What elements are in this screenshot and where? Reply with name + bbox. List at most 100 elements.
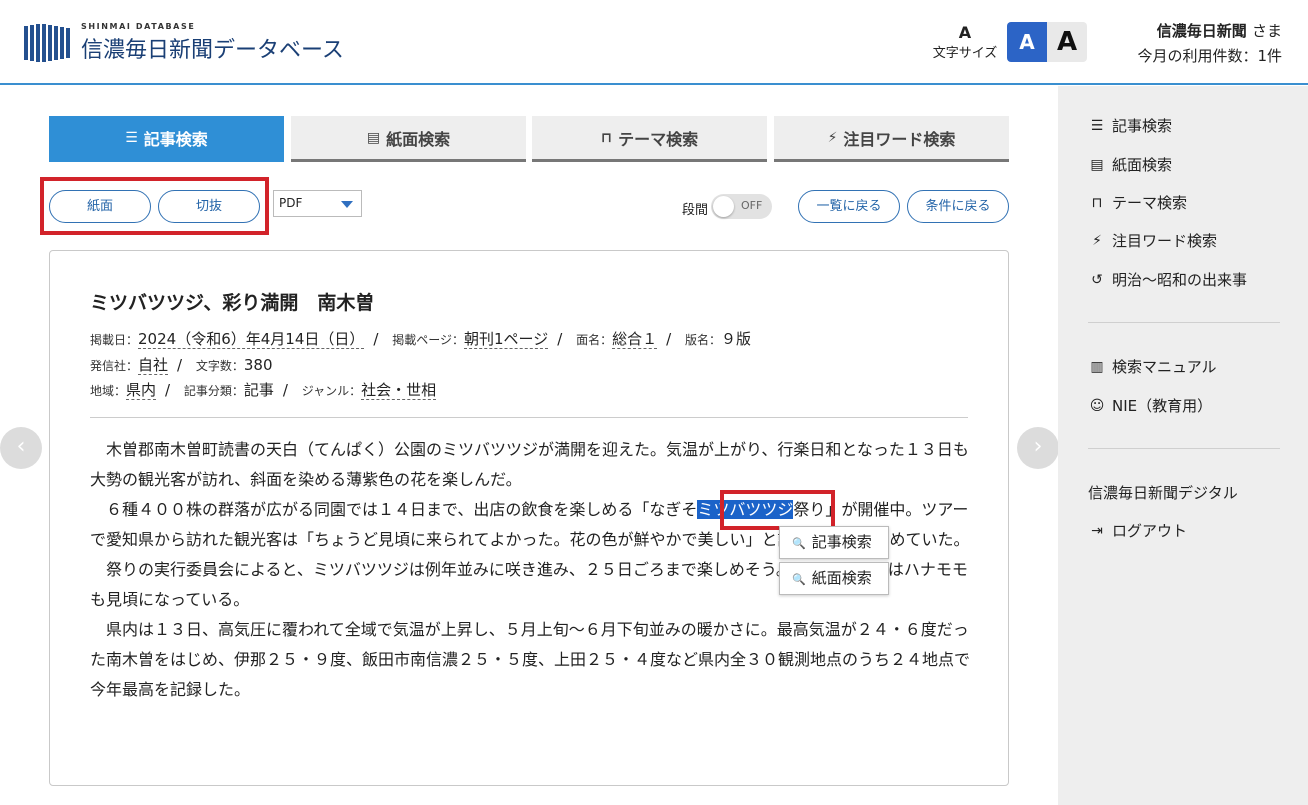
danma-toggle[interactable]: OFF [711,194,772,219]
tab-label: 紙面検索 [386,129,451,149]
meta-row-3: 地域：県内 / 記事分類：記事 / ジャンル：社会・世相 [90,381,437,400]
meta-date[interactable]: 2024（令和6）年4月14日（日） [138,330,365,349]
sidebar-item-label: 注目ワード検索 [1112,232,1218,250]
meta-key: 版名： [684,333,721,347]
back-to-conditions-button[interactable]: 条件に戻る [907,190,1009,223]
text-span: ６種４００株の群落が広がる同園では１４日まで、出店の飲食を楽しめる「なぎそ [90,500,698,519]
sidebar-item-logout[interactable]: ⇥ ログアウト [1088,520,1187,541]
sidebar-item-history[interactable]: ↺ 明治〜昭和の出来事 [1088,269,1247,290]
sidebar-item-nie[interactable]: ☺ NIE（教育用） [1088,395,1212,416]
logo-subtitle: SHINMAI DATABASE [81,22,196,31]
sidebar-item-label: 記事検索 [1112,117,1173,135]
next-article-button[interactable]: › [1017,427,1059,469]
danma-label: 段間 [682,203,709,218]
logo-mark-icon [24,22,74,62]
font-size-icon: A [958,23,972,42]
user-name-text: 信濃毎日新聞 [1156,22,1247,40]
prev-article-button[interactable]: ‹ [0,427,42,469]
bolt-icon: ⚡ [1092,232,1102,249]
usage-count: 今月の利用件数：1件 [1137,47,1282,65]
search-tabs: ☰ 記事検索 ▤ 紙面検索 ⊓ テーマ検索 ⚡ 注目ワード検索 [49,116,1009,162]
tab-label: 注目ワード検索 [843,129,956,149]
font-size-control: A 文字サイズ [928,23,1002,62]
meta-page[interactable]: 朝刊1ページ [463,330,549,349]
search-icon: 🔍 [792,537,806,550]
sidebar-item-label: ログアウト [1112,522,1188,540]
toggle-state: OFF [741,199,763,212]
font-small-button[interactable]: A [1007,22,1047,62]
kirinuki-button[interactable]: 切抜 [158,190,260,223]
search-icon: 🔍 [792,573,806,586]
user-suffix: さま [1251,22,1282,40]
sidebar-item-label: 明治〜昭和の出来事 [1112,271,1248,289]
meta-region[interactable]: 県内 [126,381,157,400]
popup-article-search[interactable]: 🔍 記事検索 [779,526,889,559]
article-title: ミツバツツジ、彩り満開 南木曽 [90,292,375,314]
tab-page-search[interactable]: ▤ 紙面検索 [291,116,526,162]
meta-key: 発信社： [90,359,139,373]
meta-class: 記事 [243,381,274,399]
sidebar-item-label: 紙面検索 [1112,156,1173,174]
sidebar-item-label: 検索マニュアル [1112,358,1217,376]
chevron-down-icon [341,201,353,208]
list-icon: ☰ [125,129,138,146]
sidebar-item-label: NIE（教育用） [1112,397,1213,415]
tab-keyword-search[interactable]: ⚡ 注目ワード検索 [774,116,1009,162]
site-logo[interactable]: SHINMAI DATABASE 信濃毎日新聞データベース [24,20,364,64]
tab-article-search[interactable]: ☰ 記事検索 [49,116,284,162]
divider [90,417,968,418]
list-icon: ☰ [1090,117,1104,134]
popup-page-search[interactable]: 🔍 紙面検索 [779,562,889,595]
sidebar-item-article-search[interactable]: ☰ 記事検索 [1088,115,1172,136]
chevron-left-icon: ‹ [16,434,26,459]
nie-icon: ☺ [1089,397,1105,414]
meta-row-1: 掲載日：2024（令和6）年4月14日（日） / 掲載ページ：朝刊1ページ / 面名… [90,330,751,349]
divider [1088,448,1280,449]
logo-title: 信濃毎日新聞データベース [81,38,344,63]
sidebar-item-keyword-search[interactable]: ⚡ 注目ワード検索 [1088,230,1217,251]
meta-key: 掲載日： [90,333,139,347]
tab-theme-search[interactable]: ⊓ テーマ検索 [532,116,767,162]
bolt-icon: ⚡ [827,129,838,146]
meta-key: 掲載ページ： [392,333,464,347]
article-card: ミツバツツジ、彩り満開 南木曽 掲載日：2024（令和6）年4月14日（日） / … [49,250,1009,786]
shimen-button[interactable]: 紙面 [49,190,151,223]
format-select[interactable]: PDF [273,190,362,217]
site-header: SHINMAI DATABASE 信濃毎日新聞データベース A 文字サイズ A … [0,0,1308,85]
annotation-box [720,490,835,530]
newspaper-icon: ▤ [1090,156,1104,173]
tab-label: 記事検索 [143,129,208,149]
toggle-knob [713,196,734,217]
sidebar-item-page-search[interactable]: ▤ 紙面検索 [1088,154,1172,175]
meta-key: 面名： [576,333,613,347]
back-to-list-button[interactable]: 一覧に戻る [798,190,900,223]
meta-key: ジャンル： [301,384,362,398]
history-icon: ↺ [1091,271,1103,288]
meta-key: 文字数： [195,359,244,373]
paragraph: 県内は１３日、高気圧に覆われて全域で気温が上昇し、５月上旬〜６月下旬並みの暖かさ… [90,620,971,699]
logout-icon: ⇥ [1091,522,1103,539]
meta-key: 地域： [90,384,127,398]
user-name: 信濃毎日新聞 さま [1137,20,1282,41]
meta-key: 記事分類： [183,384,244,398]
sidebar-item-manual[interactable]: ▥ 検索マニュアル [1088,356,1217,377]
bookmark-icon: ⊓ [1091,194,1103,211]
sidebar-item-theme-search[interactable]: ⊓ テーマ検索 [1088,192,1187,213]
meta-han: ９版 [720,330,751,348]
meta-row-2: 発信社：自社 / 文字数：380 [90,356,273,375]
meta-publisher[interactable]: 自社 [138,356,169,375]
bookmark-icon: ⊓ [600,129,613,146]
meta-genre[interactable]: 社会・世相 [361,381,437,400]
book-icon: ▥ [1090,358,1104,375]
meta-men[interactable]: 総合１ [612,330,658,349]
user-info: 信濃毎日新聞 さま 今月の利用件数：1件 [1137,20,1282,66]
sidebar-item-digital[interactable]: 信濃毎日新聞デジタル [1088,482,1238,503]
chevron-right-icon: › [1033,434,1043,459]
sidebar-item-label: 信濃毎日新聞デジタル [1088,484,1238,502]
popup-label: 記事検索 [811,533,872,551]
paragraph: 木曽郡南木曽町読書の天白（てんぱく）公園のミツバツツジが満開を迎えた。気温が上が… [90,440,969,489]
sidebar-item-label: テーマ検索 [1112,194,1188,212]
font-large-button[interactable]: A [1047,22,1087,62]
popup-label: 紙面検索 [811,569,872,587]
tab-label: テーマ検索 [618,129,699,149]
